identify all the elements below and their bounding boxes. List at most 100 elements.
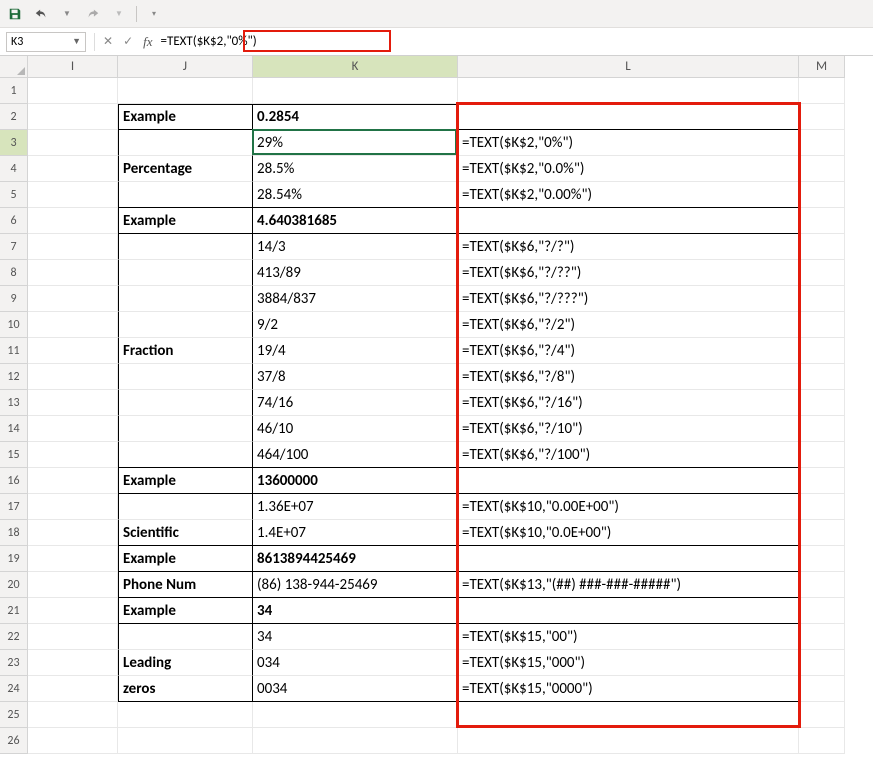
cell-J4[interactable]: Percentage [118,156,253,182]
fx-icon[interactable]: fx [143,34,152,50]
cell-K10[interactable]: 9/2 [253,312,458,338]
row-header-11[interactable]: 11 [0,338,28,364]
row-header-24[interactable]: 24 [0,676,28,702]
enter-icon[interactable]: ✓ [123,34,133,50]
cell-J24[interactable]: zeros [118,676,253,702]
row-header-15[interactable]: 15 [0,442,28,468]
cell-I24[interactable] [28,676,118,702]
cell-L4[interactable]: =TEXT($K$2,"0.0%") [458,156,799,182]
row-header-4[interactable]: 4 [0,156,28,182]
cell-M16[interactable] [799,468,845,494]
row-header-6[interactable]: 6 [0,208,28,234]
row-header-16[interactable]: 16 [0,468,28,494]
save-icon[interactable] [6,5,24,23]
cell-J18[interactable]: Scientific [118,520,253,546]
cell-I23[interactable] [28,650,118,676]
cell-L14[interactable]: =TEXT($K$6,"?/10") [458,416,799,442]
cell-K17[interactable]: 1.36E+07 [253,494,458,520]
cell-K26[interactable] [253,728,458,754]
cell-M24[interactable] [799,676,845,702]
cell-J14[interactable] [118,416,253,442]
cell-L25[interactable] [458,702,799,728]
cell-M12[interactable] [799,364,845,390]
cell-K13[interactable]: 74/16 [253,390,458,416]
name-box[interactable]: K3 ▼ [6,32,86,52]
cell-M21[interactable] [799,598,845,624]
cell-M26[interactable] [799,728,845,754]
cell-K5[interactable]: 28.54% [253,182,458,208]
cell-L7[interactable]: =TEXT($K$6,"?/?") [458,234,799,260]
cell-I7[interactable] [28,234,118,260]
row-header-13[interactable]: 13 [0,390,28,416]
cell-I12[interactable] [28,364,118,390]
cell-J23[interactable]: Leading [118,650,253,676]
cell-J6[interactable]: Example [118,208,253,234]
cell-I1[interactable] [28,78,118,104]
cell-K19[interactable]: 8613894425469 [253,546,458,572]
redo-icon[interactable] [84,5,102,23]
cell-J16[interactable]: Example [118,468,253,494]
cell-K9[interactable]: 3884/837 [253,286,458,312]
cell-K14[interactable]: 46/10 [253,416,458,442]
cell-L20[interactable]: =TEXT($K$13,"(##) ###-###-#####") [458,572,799,598]
cell-M25[interactable] [799,702,845,728]
cell-L6[interactable] [458,208,799,234]
row-header-2[interactable]: 2 [0,104,28,130]
cell-I11[interactable] [28,338,118,364]
cell-I9[interactable] [28,286,118,312]
cell-L24[interactable]: =TEXT($K$15,"0000") [458,676,799,702]
column-header-J[interactable]: J [118,56,253,78]
name-box-dropdown-icon[interactable]: ▼ [72,36,81,47]
cell-I6[interactable] [28,208,118,234]
cell-K11[interactable]: 19/4 [253,338,458,364]
cell-J8[interactable] [118,260,253,286]
cell-M18[interactable] [799,520,845,546]
cell-J21[interactable]: Example [118,598,253,624]
cell-K16[interactable]: 13600000 [253,468,458,494]
cell-K2[interactable]: 0.2854 [253,104,458,130]
cell-I2[interactable] [28,104,118,130]
cell-I19[interactable] [28,546,118,572]
row-header-26[interactable]: 26 [0,728,28,754]
column-header-L[interactable]: L [458,56,799,78]
cell-M20[interactable] [799,572,845,598]
cell-J1[interactable] [118,78,253,104]
cell-K23[interactable]: 034 [253,650,458,676]
redo-dropdown-icon[interactable]: ▼ [110,5,128,23]
cell-K7[interactable]: 14/3 [253,234,458,260]
cell-I16[interactable] [28,468,118,494]
cell-K22[interactable]: 34 [253,624,458,650]
cell-L19[interactable] [458,546,799,572]
cancel-icon[interactable]: ✕ [103,34,113,50]
cell-I25[interactable] [28,702,118,728]
cell-M8[interactable] [799,260,845,286]
row-header-10[interactable]: 10 [0,312,28,338]
cell-J19[interactable]: Example [118,546,253,572]
cell-K15[interactable]: 464/100 [253,442,458,468]
cell-M14[interactable] [799,416,845,442]
cell-I4[interactable] [28,156,118,182]
cell-J9[interactable] [118,286,253,312]
cell-M5[interactable] [799,182,845,208]
cell-M2[interactable] [799,104,845,130]
cell-L18[interactable]: =TEXT($K$10,"0.0E+00") [458,520,799,546]
cell-L21[interactable] [458,598,799,624]
cell-J15[interactable] [118,442,253,468]
cell-K8[interactable]: 413/89 [253,260,458,286]
cell-I17[interactable] [28,494,118,520]
cell-L13[interactable]: =TEXT($K$6,"?/16") [458,390,799,416]
row-header-18[interactable]: 18 [0,520,28,546]
row-header-9[interactable]: 9 [0,286,28,312]
cell-J12[interactable] [118,364,253,390]
cells-area[interactable]: Example0.285429%=TEXT($K$2,"0%")Percenta… [28,78,873,768]
cell-J26[interactable] [118,728,253,754]
cell-J10[interactable] [118,312,253,338]
cell-I22[interactable] [28,624,118,650]
cell-K20[interactable]: (86) 138-944-25469 [253,572,458,598]
cell-I5[interactable] [28,182,118,208]
cell-J2[interactable]: Example [118,104,253,130]
cell-I26[interactable] [28,728,118,754]
cell-K6[interactable]: 4.640381685 [253,208,458,234]
spreadsheet-grid[interactable]: IJKLM 1234567891011121314151617181920212… [0,56,873,768]
cell-L9[interactable]: =TEXT($K$6,"?/???") [458,286,799,312]
